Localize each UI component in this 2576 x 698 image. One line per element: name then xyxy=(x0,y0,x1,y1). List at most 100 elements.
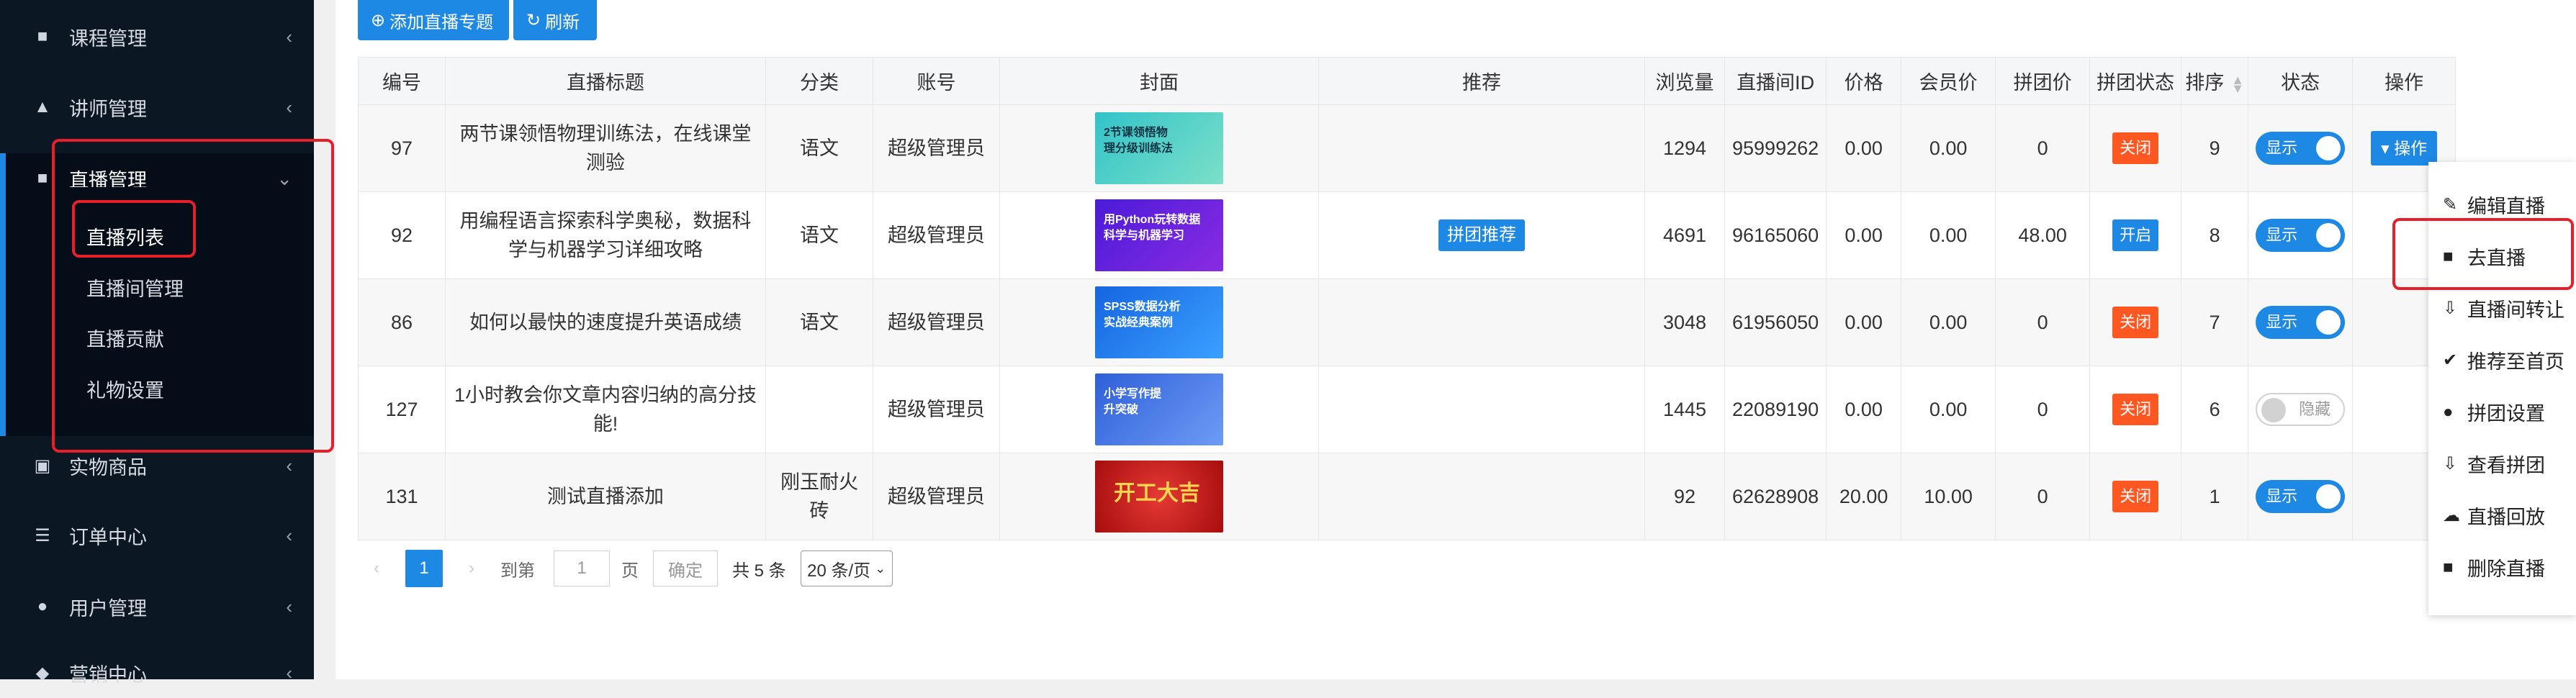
header-state: 状态 xyxy=(2248,57,2354,105)
cell-group-price: 0 xyxy=(1995,278,2091,366)
operation-button[interactable]: ▾ 操作 xyxy=(2371,131,2438,166)
table-row: 92 用编程语言探索科学奥秘，数据科学与机器学习详细攻略 语文 超级管理员 用P… xyxy=(358,191,2456,279)
table-row: 86 如何以最快的速度提升英语成绩 语文 超级管理员 SPSS数据分析实战经典案… xyxy=(358,278,2456,366)
sidebar-item-marketing[interactable]: ◆ 营销中心 ‹ xyxy=(0,648,314,698)
caret-down-icon: ▾ xyxy=(2381,139,2395,158)
menu-item-edit-live[interactable]: ✎ 编辑直播 xyxy=(2443,191,2545,219)
next-page-icon[interactable]: › xyxy=(453,550,490,587)
confirm-button[interactable]: 确定 xyxy=(653,550,718,586)
header-category: 分类 xyxy=(765,57,873,105)
cell-account: 超级管理员 xyxy=(873,278,1000,366)
cloud-download-icon: ☁ xyxy=(2443,506,2460,525)
per-page-select[interactable]: 20 条/页 ⌄ xyxy=(800,550,893,586)
cell-id: 97 xyxy=(358,104,446,192)
cover-image: 2节课领悟物理分级训练法 xyxy=(1095,112,1223,184)
cell-cover: 用Python玩转数据科学与机器学习 xyxy=(999,191,1319,279)
table-header-row: 编号 直播标题 分类 账号 封面 推荐 浏览量 直播间ID 价格 会员价 拼团价… xyxy=(358,57,2456,105)
highlight-live-list xyxy=(72,200,196,258)
cell-views: 1294 xyxy=(1644,104,1725,192)
cell-category: 刚玉耐火砖 xyxy=(765,453,873,540)
graduation-cap-icon: ▲ xyxy=(34,97,51,117)
highlight-go-live xyxy=(2392,218,2574,290)
group-status-badge: 关闭 xyxy=(2112,132,2159,164)
header-group-status: 拼团状态 xyxy=(2089,57,2182,105)
cell-room-id: 61956050 xyxy=(1724,278,1827,366)
refresh-label: 刷新 xyxy=(545,12,580,32)
add-live-topic-button[interactable]: ⊕ 添加直播专题 xyxy=(358,0,509,40)
menu-item-recommend-home[interactable]: ✔ 推荐至首页 xyxy=(2443,346,2564,374)
cell-account: 超级管理员 xyxy=(873,453,1000,540)
cell-views: 3048 xyxy=(1644,278,1725,366)
sidebar-item-orders[interactable]: ☰ 订单中心 ‹ xyxy=(0,510,314,561)
recommend-badge: 拼团推荐 xyxy=(1438,219,1525,251)
page-1-button[interactable]: 1 xyxy=(405,550,443,587)
chevron-left-icon: ‹ xyxy=(286,661,292,684)
header-member-price: 会员价 xyxy=(1901,57,1996,105)
state-toggle[interactable]: 显示 xyxy=(2256,219,2346,252)
cell-sort: 6 xyxy=(2181,366,2249,453)
pagination: ‹ 1 › 到第 1 页 确定 共 5 条 20 条/页 ⌄ xyxy=(358,548,893,589)
state-toggle[interactable]: 隐藏 xyxy=(2256,393,2346,426)
menu-item-label: 编辑直播 xyxy=(2467,196,2545,217)
cell-category: 语文 xyxy=(765,104,873,192)
header-sort[interactable]: 排序 ▲ ▼ xyxy=(2181,57,2249,105)
cell-account: 超级管理员 xyxy=(873,104,1000,192)
cell-group-status: 关闭 xyxy=(2089,278,2182,366)
cell-state: 显示 xyxy=(2248,191,2354,279)
cell-room-id: 95999262 xyxy=(1724,104,1827,192)
cell-price: 0.00 xyxy=(1826,278,1902,366)
cell-group-price: 0 xyxy=(1995,104,2091,192)
header-views: 浏览量 xyxy=(1644,57,1725,105)
cell-sort: 7 xyxy=(2181,278,2249,366)
menu-item-delete-live[interactable]: ■ 删除直播 xyxy=(2443,553,2545,581)
cell-member-price: 0.00 xyxy=(1901,366,1996,453)
menu-item-transfer-room[interactable]: ⇩ 直播间转让 xyxy=(2443,294,2564,322)
menu-item-view-group[interactable]: ⇩ 查看拼团 xyxy=(2443,450,2545,478)
sidebar-item-course[interactable]: ■ 课程管理 ‹ xyxy=(0,12,314,62)
cover-text: SPSS数据分析实战经典案例 xyxy=(1104,301,1181,329)
cell-state: 显示 xyxy=(2248,453,2354,540)
cell-views: 92 xyxy=(1644,453,1725,540)
list-icon: ☰ xyxy=(35,525,50,545)
table-row: 127 1小时教会你文章内容归纳的高分技能! 超级管理员 小学写作提升突破 14… xyxy=(358,366,2456,453)
cell-state: 显示 xyxy=(2248,278,2354,366)
sort-icon[interactable]: ▲ ▼ xyxy=(2231,73,2244,95)
cell-room-id: 22089190 xyxy=(1724,366,1827,453)
cover-image: 开工大吉 xyxy=(1095,461,1223,532)
cell-title: 测试直播添加 xyxy=(445,453,766,540)
header-cover: 封面 xyxy=(999,57,1319,105)
chevron-left-icon: ‹ xyxy=(286,96,292,118)
cell-id: 86 xyxy=(358,278,446,366)
cell-recommend: 拼团推荐 xyxy=(1318,191,1645,279)
cell-state: 隐藏 xyxy=(2248,366,2354,453)
cell-state: 显示 xyxy=(2248,104,2354,192)
prev-page-icon[interactable]: ‹ xyxy=(358,550,395,587)
refresh-button[interactable]: ↻ 刷新 xyxy=(513,0,597,40)
header-account: 账号 xyxy=(873,57,1000,105)
table-row: 97 两节课领悟物理训练法，在线课堂测验 语文 超级管理员 2节课领悟物理分级训… xyxy=(358,104,2456,192)
cell-title: 如何以最快的速度提升英语成绩 xyxy=(445,278,766,366)
state-toggle[interactable]: 显示 xyxy=(2256,132,2346,165)
check-circle-icon: ✔ xyxy=(2443,350,2458,370)
menu-item-group-settings[interactable]: ● 拼团设置 xyxy=(2443,398,2545,426)
header-id: 编号 xyxy=(358,57,446,105)
marketing-icon: ◆ xyxy=(35,663,50,683)
group-status-badge: 关闭 xyxy=(2112,394,2159,425)
sidebar-item-label: 营销中心 xyxy=(69,663,147,686)
cell-member-price: 10.00 xyxy=(1901,453,1996,540)
cover-image: SPSS数据分析实战经典案例 xyxy=(1095,286,1223,358)
state-toggle[interactable]: 显示 xyxy=(2256,480,2346,513)
cover-text: 用Python玩转数据科学与机器学习 xyxy=(1104,214,1201,242)
cell-recommend xyxy=(1318,278,1645,366)
page-number-input[interactable]: 1 xyxy=(554,550,610,586)
state-toggle[interactable]: 显示 xyxy=(2256,306,2346,339)
users-icon: ● xyxy=(2443,402,2454,422)
menu-item-label: 直播回放 xyxy=(2467,507,2545,528)
cell-cover: 2节课领悟物理分级训练法 xyxy=(999,104,1319,192)
user-icon: ● xyxy=(37,597,48,616)
header-group-price: 拼团价 xyxy=(1995,57,2091,105)
sidebar-item-teacher[interactable]: ▲ 讲师管理 ‹ xyxy=(0,82,314,132)
highlight-live-menu xyxy=(52,139,334,453)
sidebar-item-users[interactable]: ● 用户管理 ‹ xyxy=(0,581,314,632)
menu-item-playback[interactable]: ☁ 直播回放 xyxy=(2443,502,2545,530)
